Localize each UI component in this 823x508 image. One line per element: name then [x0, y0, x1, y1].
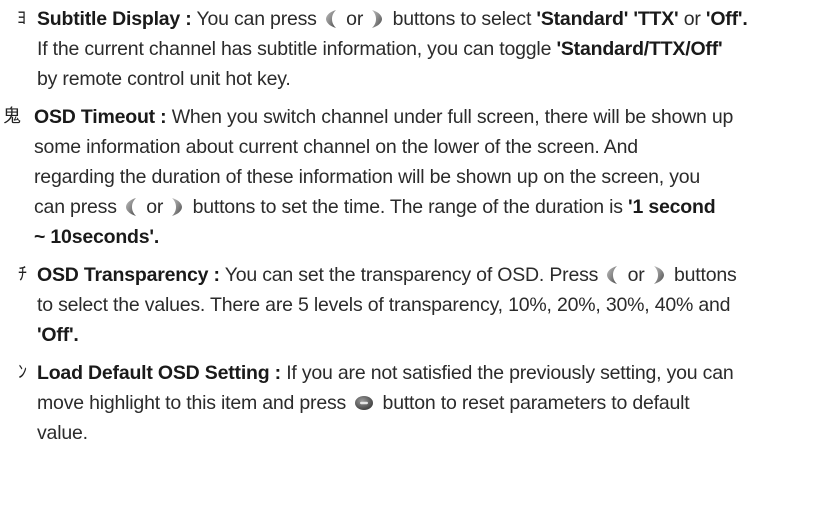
- text: value.: [37, 422, 88, 444]
- text: or: [146, 196, 164, 218]
- bullet-icon: 鬼: [3, 106, 21, 127]
- text: can press: [34, 196, 117, 218]
- text: to select the values. There are 5 levels…: [37, 294, 731, 316]
- right-arrow-button-icon: [372, 10, 383, 28]
- text: When you switch channel under full scree…: [171, 106, 734, 128]
- text: You can press: [196, 8, 317, 30]
- text: If you are not satisfied the previously …: [286, 362, 734, 384]
- bullet-icon: ﾝ: [18, 362, 27, 383]
- text: regarding the duration of these informat…: [34, 166, 701, 188]
- ok-button-icon: [355, 396, 374, 410]
- off-highlight: 'Off'.: [705, 8, 748, 30]
- subtitle-display-term: Subtitle Display :: [37, 8, 192, 30]
- osd-timeout-term: OSD Timeout :: [34, 106, 167, 128]
- range-highlight: '1 second: [628, 196, 716, 218]
- options-highlight: 'Standard' 'TTX': [536, 8, 679, 30]
- text: buttons: [674, 264, 737, 286]
- left-arrow-button-icon: [325, 10, 336, 28]
- left-arrow-button-icon: [125, 198, 136, 216]
- right-arrow-button-icon: [172, 198, 183, 216]
- text: or: [346, 8, 364, 30]
- text: button to reset parameters to default: [382, 392, 690, 414]
- text: move highlight to this item and press: [37, 392, 347, 414]
- bullet-icon: ﾖ: [17, 8, 26, 29]
- osd-transparency-term: OSD Transparency :: [37, 264, 220, 286]
- text: or: [627, 264, 645, 286]
- right-arrow-button-icon: [653, 266, 664, 284]
- range-highlight: ~ 10seconds'.: [34, 226, 160, 248]
- load-default-term: Load Default OSD Setting :: [37, 362, 281, 384]
- toggle-highlight: 'Standard/TTX/Off': [556, 38, 723, 60]
- bullet-icon: ﾁ: [18, 264, 27, 285]
- text: by remote control unit hot key.: [37, 68, 291, 90]
- text: buttons to set the time. The range of th…: [192, 196, 623, 218]
- text: If the current channel has subtitle info…: [37, 38, 552, 60]
- text: some information about current channel o…: [34, 136, 638, 158]
- off-highlight: 'Off'.: [37, 324, 79, 346]
- text: You can set the transparency of OSD. Pre…: [224, 264, 599, 286]
- text: or: [683, 8, 701, 30]
- text: buttons to select: [392, 8, 532, 30]
- left-arrow-button-icon: [607, 266, 618, 284]
